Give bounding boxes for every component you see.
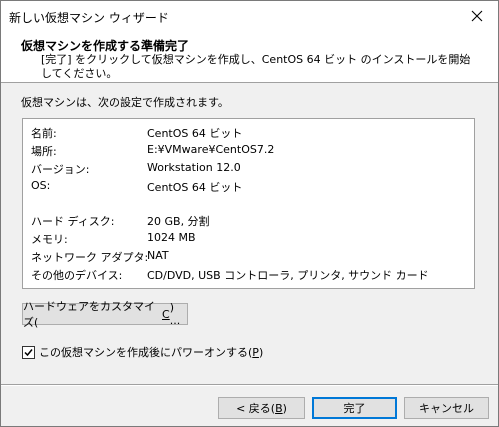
customize-access-key: C [162, 307, 170, 321]
summary-value: CentOS 64 ビット [147, 127, 243, 140]
summary-intro: 仮想マシンは、次の設定で作成されます。 [21, 96, 229, 109]
back-button[interactable]: < 戻る(B) [218, 397, 305, 419]
summary-key: 名前: [31, 127, 57, 140]
power-on-checkbox[interactable] [22, 345, 35, 359]
customize-suffix: ) ... [169, 301, 181, 327]
back-access-key: B [275, 401, 283, 415]
summary-key: その他のデバイス: [31, 269, 123, 282]
summary-key: ハード ディスク: [31, 215, 115, 228]
cancel-label: キャンセル [419, 402, 474, 415]
title-bar: 新しい仮想マシン ウィザード [1, 1, 498, 32]
power-on-suffix: ) [258, 345, 264, 359]
back-suffix: ) [282, 401, 287, 415]
power-on-label: この仮想マシンを作成後にパワーオンする( [39, 346, 253, 359]
footer-divider [1, 384, 498, 386]
summary-value: CentOS 64 ビット [147, 181, 243, 194]
window-title: 新しい仮想マシン ウィザード [9, 11, 169, 25]
summary-value: 20 GB, 分割 [147, 215, 210, 228]
back-label: < 戻る( [236, 402, 276, 415]
page-title: 仮想マシンを作成する準備完了 [21, 39, 190, 53]
finish-label: 完了 [343, 402, 366, 415]
close-button[interactable] [464, 4, 490, 28]
settings-summary: 名前: CentOS 64 ビット 場所: E:¥VMware¥CentOS7.… [22, 118, 475, 289]
summary-key: メモリ: [31, 233, 68, 246]
power-on-access-key: P [252, 345, 259, 359]
cancel-button[interactable]: キャンセル [404, 397, 489, 419]
wizard-header: 仮想マシンを作成する準備完了 [完了] をクリックして仮想マシンを作成し、Cen… [1, 32, 498, 83]
summary-value: E:¥VMware¥CentOS7.2 [147, 143, 275, 156]
summary-key: バージョン: [31, 163, 90, 176]
page-description: [完了] をクリックして仮想マシンを作成し、CentOS 64 ビット のインス… [41, 53, 471, 80]
finish-button[interactable]: 完了 [312, 397, 397, 419]
customize-label: ハードウェアをカスタマイズ( [23, 300, 155, 329]
summary-value: NAT [147, 249, 169, 262]
customize-hardware-button[interactable]: ハードウェアをカスタマイズ( C) ... [22, 300, 188, 329]
checkmark-icon [24, 348, 33, 356]
summary-key: 場所: [31, 145, 57, 158]
summary-value: Workstation 12.0 [147, 161, 241, 174]
wizard-window: 新しい仮想マシン ウィザード 仮想マシンを作成する準備完了 [完了] をクリック… [0, 0, 499, 427]
close-icon [471, 10, 483, 22]
summary-key: ネットワーク アダプタ: [31, 251, 149, 264]
summary-value: 1024 MB [147, 231, 196, 244]
summary-value: CD/DVD, USB コントローラ, プリンタ, サウンド カード [147, 269, 429, 282]
summary-key: OS: [31, 179, 51, 192]
power-on-option[interactable]: この仮想マシンを作成後にパワーオンする(P) [22, 344, 263, 360]
